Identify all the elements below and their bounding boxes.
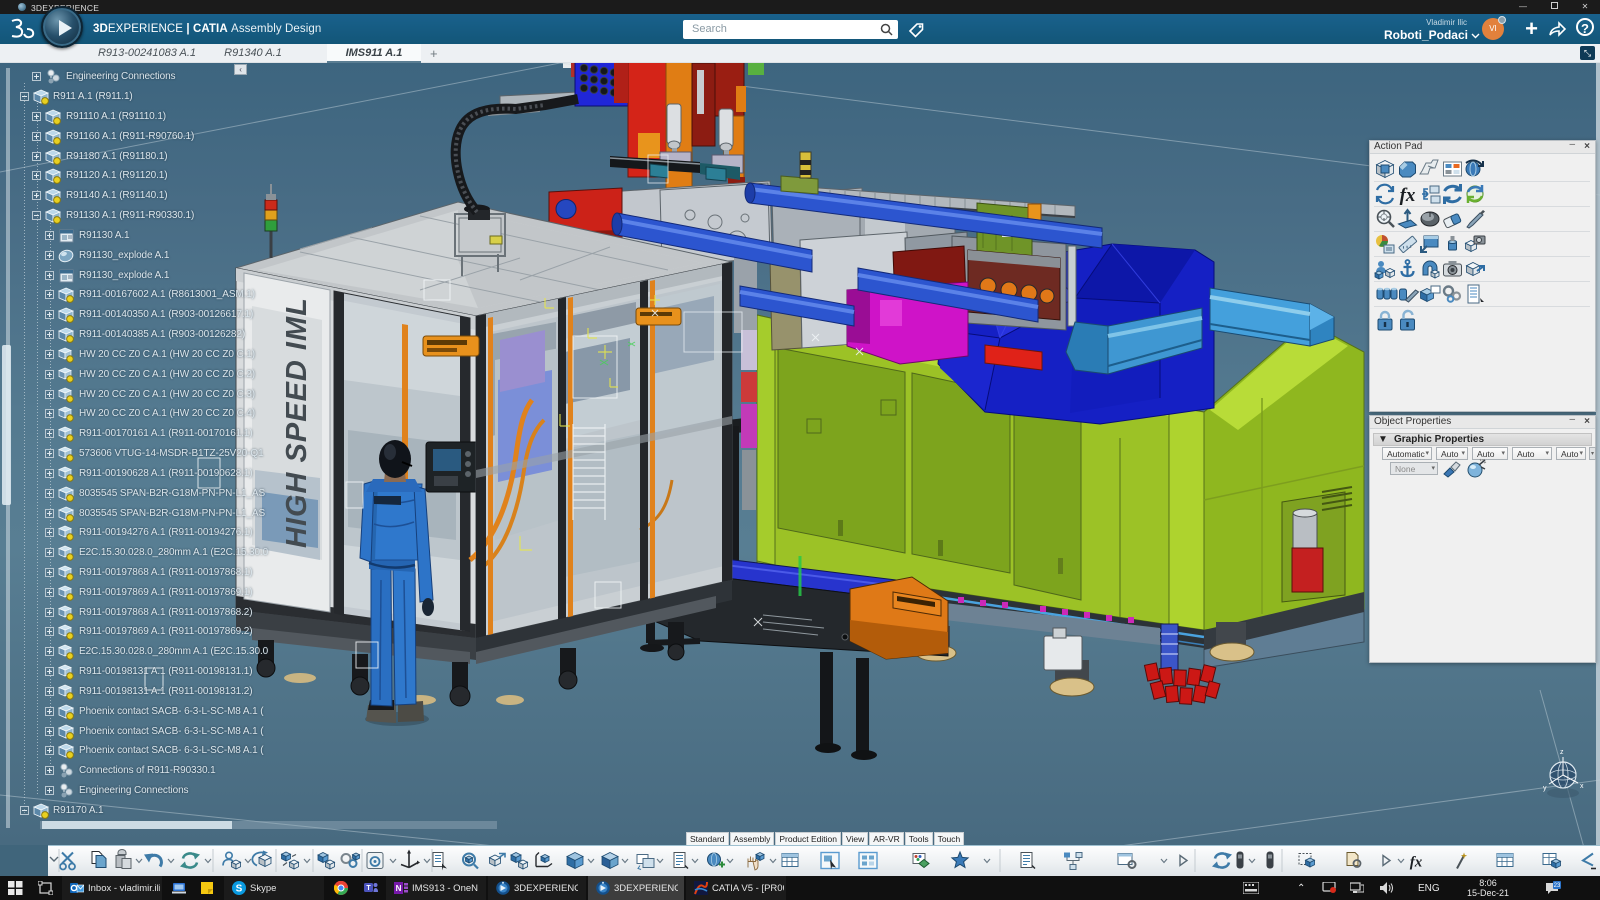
svg-text:T: T <box>366 885 371 892</box>
svg-text:S: S <box>236 884 243 895</box>
svg-text:23: 23 <box>1554 883 1561 889</box>
svg-text:z: z <box>1560 749 1564 756</box>
svg-text:fx: fx <box>1410 855 1423 871</box>
svg-text:fx: fx <box>1400 185 1416 206</box>
svg-text:x: x <box>1580 783 1584 790</box>
svg-text:y: y <box>1543 785 1547 792</box>
svg-text:N: N <box>396 884 402 893</box>
